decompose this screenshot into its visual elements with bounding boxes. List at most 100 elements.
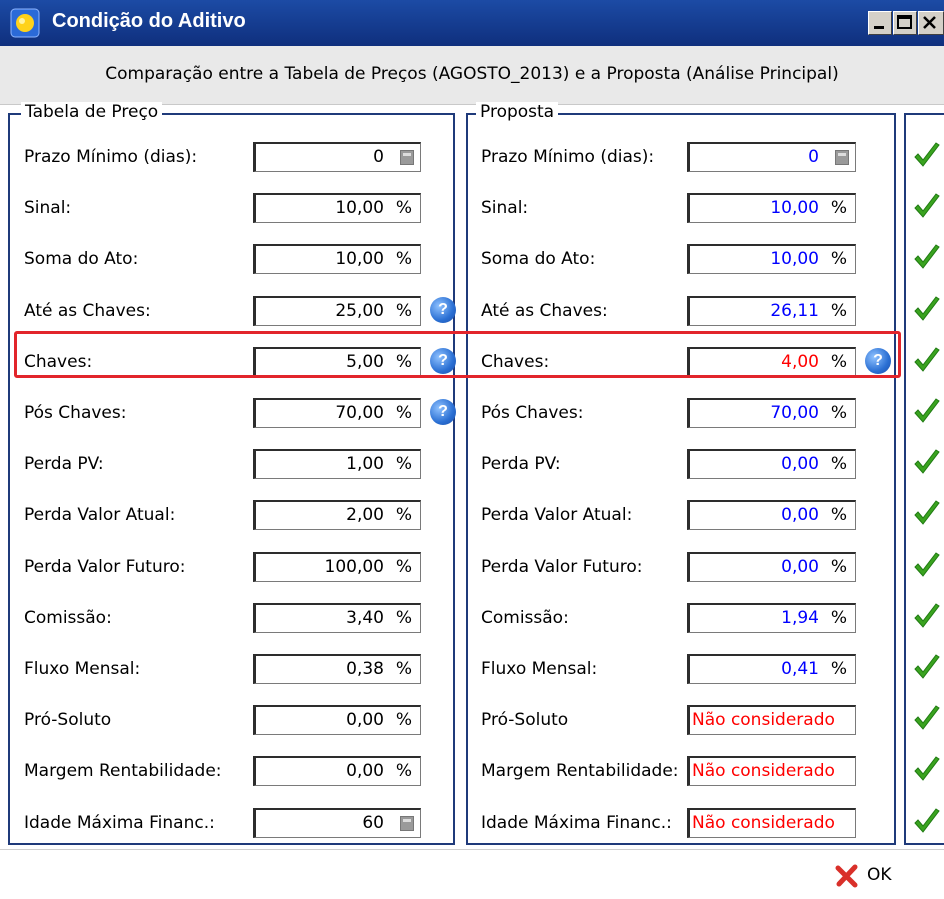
minimize-button[interactable]	[868, 11, 892, 35]
proposta-field-12[interactable]: Não considerado	[687, 756, 856, 786]
proposta-field-6[interactable]: 0,00%	[687, 449, 856, 479]
proposta-label-13: Idade Máxima Financ.:	[481, 813, 672, 833]
proposta-field-2[interactable]: 10,00%	[687, 244, 856, 274]
ok-label: OK	[867, 865, 892, 885]
proposta-label-12: Margem Rentabilidade:	[481, 761, 679, 781]
tabela-field-2[interactable]: 10,00%	[253, 244, 421, 274]
tabela-field-9[interactable]: 3,40%	[253, 603, 421, 633]
help-icon[interactable]: ?	[430, 297, 456, 323]
proposta-field-9[interactable]: 1,94%	[687, 603, 856, 633]
app-icon	[10, 8, 40, 38]
checkmark-icon	[914, 347, 940, 372]
tabela-field-0[interactable]: 0	[253, 142, 421, 172]
tabela-field-1[interactable]: 10,00%	[253, 193, 421, 223]
tabela-unit-8: %	[395, 557, 412, 577]
tabela-unit-12: %	[395, 761, 412, 781]
proposta-label-6: Perda PV:	[481, 454, 561, 474]
tabela-unit-3: %	[395, 301, 412, 321]
tabela-label-9: Comissão:	[24, 608, 112, 628]
proposta-value-3: 26,11	[770, 301, 819, 321]
chaves-highlight	[14, 331, 901, 378]
tabela-label-1: Sinal:	[24, 198, 72, 218]
minimize-icon	[874, 26, 884, 29]
proposta-label-8: Perda Valor Futuro:	[481, 557, 643, 577]
window-title: Condição do Aditivo	[52, 10, 246, 32]
tabela-label-12: Margem Rentabilidade:	[24, 761, 222, 781]
tabela-label-0: Prazo Mínimo (dias):	[24, 147, 198, 167]
tabela-unit-2: %	[395, 249, 412, 269]
proposta-field-10[interactable]: 0,41%	[687, 654, 856, 684]
proposta-field-5[interactable]: 70,00%	[687, 398, 856, 428]
proposta-value-6: 0,00	[781, 454, 819, 474]
checkmark-icon	[914, 296, 940, 321]
tabela-value-0: 0	[373, 147, 384, 167]
calculator-icon[interactable]	[400, 150, 414, 165]
proposta-value-11: Não considerado	[692, 710, 835, 730]
maximize-button[interactable]	[893, 11, 917, 35]
proposta-field-13[interactable]: Não considerado	[687, 808, 856, 838]
checkmark-icon	[914, 756, 940, 781]
proposta-value-2: 10,00	[770, 249, 819, 269]
tabela-unit-7: %	[395, 505, 412, 525]
tabela-field-5[interactable]: 70,00%	[253, 398, 421, 428]
tabela-field-12[interactable]: 0,00%	[253, 756, 421, 786]
tabela-value-10: 0,38	[346, 659, 384, 679]
checkmark-icon	[914, 705, 940, 730]
checkmark-icon	[914, 449, 940, 474]
proposta-label-9: Comissão:	[481, 608, 569, 628]
checkmark-icon	[914, 398, 940, 423]
close-button[interactable]	[918, 11, 944, 35]
tabela-field-8[interactable]: 100,00%	[253, 552, 421, 582]
proposta-field-8[interactable]: 0,00%	[687, 552, 856, 582]
proposta-field-1[interactable]: 10,00%	[687, 193, 856, 223]
tabela-label-11: Pró-Soluto	[24, 710, 112, 730]
close-icon	[923, 16, 936, 29]
checkmark-icon	[914, 603, 940, 628]
proposta-field-3[interactable]: 26,11%	[687, 296, 856, 326]
tabela-value-11: 0,00	[346, 710, 384, 730]
proposta-unit-9: %	[830, 608, 847, 628]
proposta-field-7[interactable]: 0,00%	[687, 500, 856, 530]
tabela-label-6: Perda PV:	[24, 454, 104, 474]
proposta-value-7: 0,00	[781, 505, 819, 525]
tabela-field-10[interactable]: 0,38%	[253, 654, 421, 684]
tabela-value-12: 0,00	[346, 761, 384, 781]
tabela-label-13: Idade Máxima Financ.:	[24, 813, 215, 833]
status-column	[904, 113, 944, 845]
tabela-unit-5: %	[395, 403, 412, 423]
calculator-icon[interactable]	[400, 816, 414, 831]
proposta-unit-5: %	[830, 403, 847, 423]
tabela-value-2: 10,00	[335, 249, 384, 269]
tabela-field-11[interactable]: 0,00%	[253, 705, 421, 735]
dialog-window: Condição do Aditivo Comparação entre a T…	[0, 0, 944, 899]
calculator-icon[interactable]	[835, 150, 849, 165]
tabela-value-1: 10,00	[335, 198, 384, 218]
proposta-value-1: 10,00	[770, 198, 819, 218]
tabela-value-7: 2,00	[346, 505, 384, 525]
proposta-label-5: Pós Chaves:	[481, 403, 584, 423]
tabela-label-8: Perda Valor Futuro:	[24, 557, 186, 577]
comparison-header: Comparação entre a Tabela de Preços (AGO…	[0, 46, 944, 105]
checkmark-icon	[914, 808, 940, 833]
proposta-unit-1: %	[830, 198, 847, 218]
tabela-field-7[interactable]: 2,00%	[253, 500, 421, 530]
tabela-field-13[interactable]: 60	[253, 808, 421, 838]
proposta-label-10: Fluxo Mensal:	[481, 659, 598, 679]
tabela-field-3[interactable]: 25,00%	[253, 296, 421, 326]
tabela-label-3: Até as Chaves:	[24, 301, 151, 321]
proposta-field-0[interactable]: 0	[687, 142, 856, 172]
tabela-value-9: 3,40	[346, 608, 384, 628]
proposta-value-0: 0	[808, 147, 819, 167]
ok-button[interactable]: OK	[834, 861, 914, 891]
tabela-value-5: 70,00	[335, 403, 384, 423]
tabela-value-13: 60	[362, 813, 384, 833]
tabela-field-6[interactable]: 1,00%	[253, 449, 421, 479]
checkmark-icon	[914, 552, 940, 577]
tabela-value-8: 100,00	[324, 557, 384, 577]
proposta-field-11[interactable]: Não considerado	[687, 705, 856, 735]
proposta-value-5: 70,00	[770, 403, 819, 423]
maximize-icon	[897, 15, 912, 29]
help-icon[interactable]: ?	[430, 399, 456, 425]
x-icon	[835, 864, 858, 888]
proposta-legend: Proposta	[476, 102, 559, 122]
